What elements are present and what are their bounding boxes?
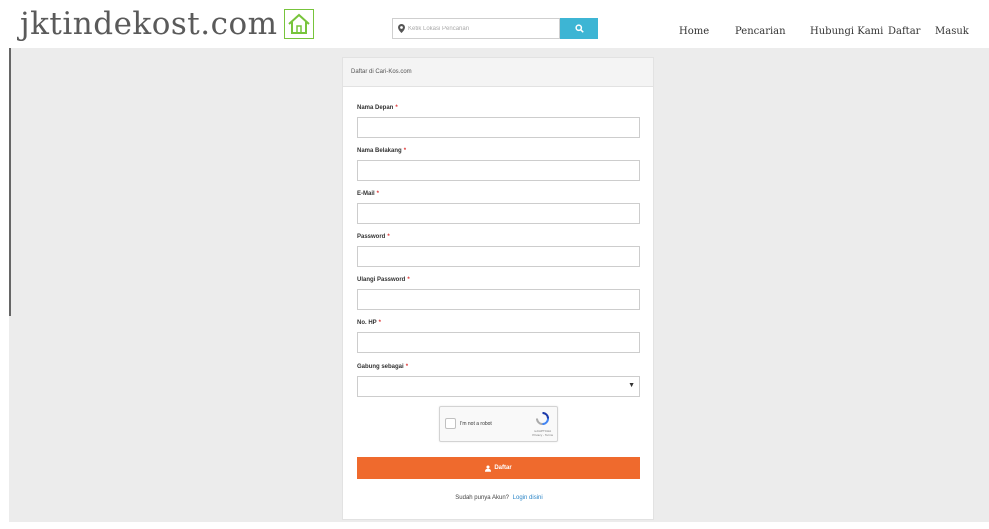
search-field xyxy=(392,18,560,39)
search-button[interactable] xyxy=(560,18,598,39)
register-button-label: Daftar xyxy=(494,465,512,471)
page: jktindekost.com Ketik Lokasi Pencarian H… xyxy=(0,0,989,529)
label-password: Password * xyxy=(357,234,390,240)
last-name-input[interactable] xyxy=(357,160,640,181)
login-link[interactable]: Login disini xyxy=(513,495,543,501)
join-as-select[interactable]: ▼ xyxy=(357,376,640,397)
repeat-password-input[interactable] xyxy=(357,289,640,310)
recaptcha-logo-icon xyxy=(536,412,549,425)
login-prompt: Sudah punya Akun? xyxy=(455,495,509,501)
label-repeat-password: Ulangi Password * xyxy=(357,277,410,283)
search-bar xyxy=(392,18,598,39)
password-input[interactable] xyxy=(357,246,640,267)
recaptcha-label: I'm not a robot xyxy=(460,421,492,427)
register-button[interactable]: Daftar xyxy=(357,457,640,479)
card-title: Daftar di Cari-Kos.com xyxy=(343,58,653,87)
label-first-name: Nama Depan * xyxy=(357,105,398,111)
phone-input[interactable] xyxy=(357,332,640,353)
label-email: E-Mail * xyxy=(357,191,380,197)
recaptcha-checkbox[interactable] xyxy=(445,418,456,429)
site-logo[interactable]: jktindekost.com xyxy=(20,6,314,42)
house-icon xyxy=(283,9,314,39)
header: jktindekost.com Ketik Lokasi Pencarian H… xyxy=(0,0,989,48)
caret-down-icon: ▼ xyxy=(628,382,635,389)
recaptcha-widget: I'm not a robot reCAPTCHA Privacy - Term… xyxy=(439,406,558,442)
nav-hubungi-kami[interactable]: Hubungi Kami xyxy=(810,26,883,37)
email-input[interactable] xyxy=(357,203,640,224)
search-input[interactable] xyxy=(408,25,558,32)
login-prompt-line: Sudah punya Akun? Login disini xyxy=(343,495,655,501)
label-phone: No. HP * xyxy=(357,320,382,326)
nav-masuk[interactable]: Masuk xyxy=(935,26,969,37)
first-name-input[interactable] xyxy=(357,117,640,138)
label-join-as: Gabung sebagai * xyxy=(357,364,409,370)
map-pin-icon xyxy=(398,24,405,33)
nav-daftar[interactable]: Daftar xyxy=(888,26,920,37)
nav-home[interactable]: Home xyxy=(679,26,709,37)
nav-pencarian[interactable]: Pencarian xyxy=(735,26,786,37)
recaptcha-brand: reCAPTCHA Privacy - Terms xyxy=(532,429,553,437)
register-card: Daftar di Cari-Kos.com Nama Depan * Nama … xyxy=(342,57,654,520)
left-divider xyxy=(9,48,11,316)
user-icon xyxy=(485,464,492,472)
search-icon xyxy=(574,24,584,33)
label-last-name: Nama Belakang * xyxy=(357,148,407,154)
logo-text: jktindekost.com xyxy=(20,6,278,42)
